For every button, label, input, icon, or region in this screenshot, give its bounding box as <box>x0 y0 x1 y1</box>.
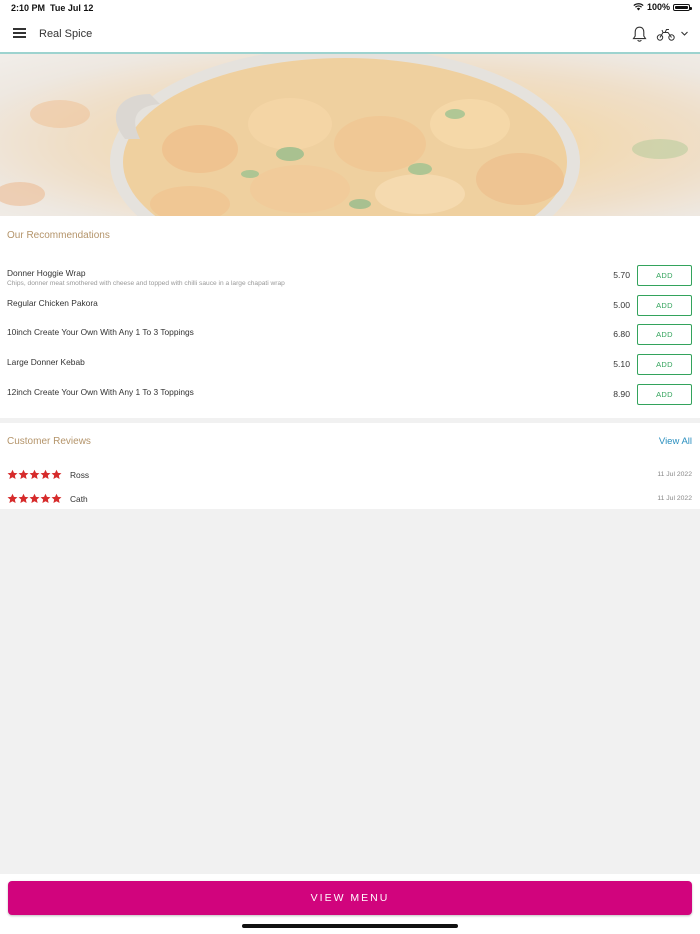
item-name: Large Donner Kebab <box>7 357 85 367</box>
view-menu-button[interactable]: VIEW MENU <box>8 881 692 915</box>
review-date: 11 Jul 2022 <box>657 471 692 478</box>
item-name: Regular Chicken Pakora <box>7 298 98 308</box>
add-button[interactable]: ADD <box>637 295 692 316</box>
recommendations-title: Our Recommendations <box>7 230 110 241</box>
star-icon <box>7 469 18 479</box>
battery-percent: 100% <box>646 2 670 12</box>
star-icon <box>29 493 40 503</box>
status-right: 100% <box>633 2 692 12</box>
add-button[interactable]: ADD <box>637 324 692 345</box>
star-icon <box>51 469 62 479</box>
battery-icon <box>673 3 692 11</box>
star-icon <box>18 469 29 479</box>
reviewer-name: Cath <box>70 494 88 504</box>
item-description: Chips, donner meat smothered with cheese… <box>7 280 285 287</box>
status-date: Tue Jul 12 <box>50 3 94 13</box>
add-button[interactable]: ADD <box>637 384 692 405</box>
bell-icon[interactable] <box>632 26 647 43</box>
review-row: Ross 11 Jul 2022 <box>0 469 700 485</box>
bottom-bar: VIEW MENU <box>0 874 700 934</box>
item-price: 5.70 <box>613 270 630 280</box>
star-icon <box>7 493 18 503</box>
status-time: 2:10 PM <box>11 3 46 13</box>
recommendation-item: Donner Hoggie Wrap Chips, donner meat sm… <box>0 265 700 296</box>
recommendation-item: Regular Chicken Pakora 5.00 ADD <box>0 295 700 326</box>
add-button[interactable]: ADD <box>637 354 692 375</box>
chevron-down-icon[interactable] <box>680 29 689 38</box>
reviews-title: Customer Reviews <box>7 436 91 447</box>
recommendation-item: Large Donner Kebab 5.10 ADD <box>0 354 700 385</box>
star-icon <box>29 469 40 479</box>
reviewer-name: Ross <box>70 470 90 480</box>
recommendation-item: 10inch Create Your Own With Any 1 To 3 T… <box>0 324 700 355</box>
star-icon <box>40 493 51 503</box>
hero-food-image <box>0 54 700 216</box>
item-name: 12inch Create Your Own With Any 1 To 3 T… <box>7 387 194 397</box>
delivery-icon[interactable] <box>656 27 676 41</box>
recommendation-item: 12inch Create Your Own With Any 1 To 3 T… <box>0 384 700 415</box>
review-row: Cath 11 Jul 2022 <box>0 493 700 509</box>
star-icon <box>40 469 51 479</box>
review-date: 11 Jul 2022 <box>657 495 692 502</box>
star-icon <box>51 493 62 503</box>
item-price: 5.00 <box>613 300 630 310</box>
item-name: Donner Hoggie Wrap <box>7 268 86 278</box>
star-icon <box>18 493 29 503</box>
recommendations-section: Our Recommendations Donner Hoggie Wrap C… <box>0 216 700 418</box>
view-all-link[interactable]: View All <box>659 436 692 447</box>
top-nav-bar: Real Spice <box>0 16 700 54</box>
hamburger-menu-icon[interactable] <box>13 28 26 38</box>
status-bar: 2:10 PM Tue Jul 12 100% <box>0 0 700 16</box>
star-rating <box>7 493 62 504</box>
home-indicator[interactable] <box>242 924 458 928</box>
add-button[interactable]: ADD <box>637 265 692 286</box>
item-price: 6.80 <box>613 329 630 339</box>
item-price: 8.90 <box>613 389 630 399</box>
reviews-section: Customer Reviews View All Ross 11 Jul 20… <box>0 423 700 509</box>
item-price: 5.10 <box>613 359 630 369</box>
star-rating <box>7 469 62 480</box>
wifi-icon <box>633 3 644 11</box>
restaurant-title: Real Spice <box>39 28 93 40</box>
item-name: 10inch Create Your Own With Any 1 To 3 T… <box>7 327 194 337</box>
